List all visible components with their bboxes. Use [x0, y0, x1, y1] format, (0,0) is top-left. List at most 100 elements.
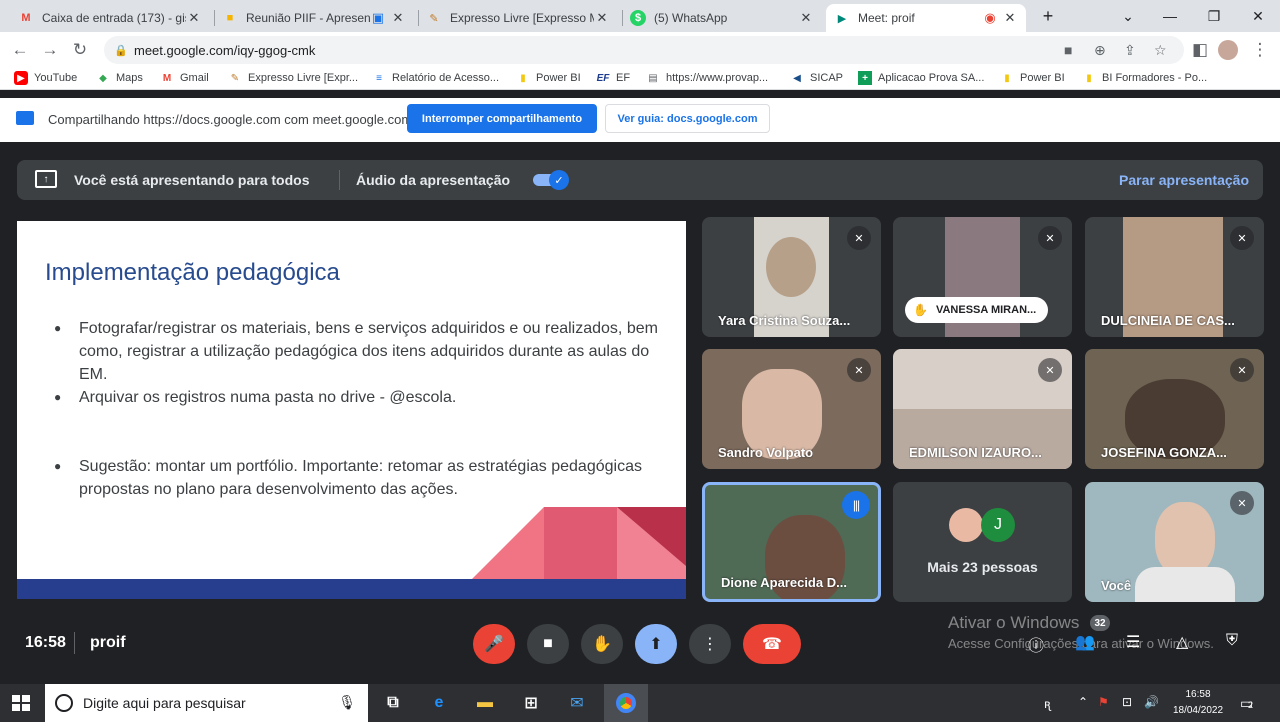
bookmark-star-icon[interactable]: ☆ [1154, 42, 1167, 59]
participant-name: Você [1101, 578, 1132, 593]
camera-icon: ■ [543, 635, 553, 652]
speaking-indicator-icon: ||| [842, 491, 870, 519]
forward-icon[interactable]: → [38, 38, 62, 62]
bookmark-aplicacao[interactable]: + Aplicacao Prova SA... [858, 71, 984, 85]
slides-icon: ■ [226, 12, 234, 24]
side-panel-icon[interactable]: ◧ [1188, 38, 1212, 62]
participant-tile[interactable]: ✕ EDMILSON IZAURO... [893, 349, 1072, 469]
close-tab-icon[interactable]: ✕ [1002, 10, 1018, 26]
present-button[interactable]: ⬆ [635, 624, 677, 664]
stop-sharing-button[interactable]: Interromper compartilhamento [407, 104, 597, 133]
security-tray-icon[interactable]: ⚑ [1098, 695, 1109, 709]
info-icon[interactable]: ⓘ [1028, 632, 1044, 656]
task-view-icon[interactable]: ⧉ [380, 690, 406, 716]
mic-muted-icon: ✕ [1230, 358, 1254, 382]
mic-muted-icon: ✕ [1230, 491, 1254, 515]
new-tab-button[interactable]: + [1026, 0, 1070, 32]
mail-icon[interactable]: ✉ [564, 690, 590, 716]
whatsapp-icon: $ [630, 10, 646, 26]
close-tab-icon[interactable]: ✕ [798, 10, 814, 26]
network-icon[interactable]: ⊡ [1122, 695, 1132, 709]
bookmark-expresso[interactable]: ✎ Expresso Livre [Expr... [228, 71, 358, 85]
tab-search-icon[interactable]: ⌄ [1106, 0, 1150, 32]
share-message: Compartilhando https://docs.google.com c… [48, 112, 413, 127]
camera-icon[interactable]: ■ [1064, 42, 1072, 58]
close-tab-icon[interactable]: ✕ [594, 10, 610, 26]
participant-tile[interactable]: ||| Dione Aparecida D... [702, 482, 881, 602]
participant-name: Yara Cristina Souza... [718, 313, 851, 328]
chat-icon[interactable]: ☰ [1126, 632, 1140, 652]
tab-whatsapp[interactable]: $ (5) WhatsApp ✕ [622, 4, 822, 32]
notifications-icon[interactable]: ▭ 2 [1240, 695, 1253, 712]
file-explorer-icon[interactable]: ▬ [472, 690, 498, 716]
leave-call-button[interactable]: ☎ [743, 624, 801, 664]
powerbi-icon: ▮ [520, 72, 526, 84]
taskbar-search-box[interactable]: Digite aqui para pesquisar 🎙 [45, 684, 368, 722]
back-icon[interactable]: ← [8, 38, 32, 62]
presenting-banner: ↑ Você está apresentando para todos Áudi… [17, 160, 1263, 200]
mic-muted-icon: ✕ [847, 358, 871, 382]
meeting-code: proif [90, 634, 126, 651]
participant-avatar [949, 508, 983, 542]
relatorio-icon: ≡ [376, 72, 382, 84]
bookmark-gmail[interactable]: M Gmail [160, 71, 209, 85]
self-tile[interactable]: ✕ Você [1085, 482, 1264, 602]
tab-title: Expresso Livre [Expresso Mai [450, 11, 594, 25]
store-icon[interactable]: ⊞ [518, 690, 544, 716]
bookmark-youtube[interactable]: ▶ YouTube [14, 71, 77, 85]
participant-tile[interactable]: ✕ JOSEFINA GONZA... [1085, 349, 1264, 469]
windows-start-icon[interactable] [12, 695, 30, 711]
taskbar-clock[interactable]: 16:58 18/04/2022 [1170, 687, 1226, 719]
more-participants-tile[interactable]: J Mais 23 pessoas [893, 482, 1072, 602]
tab-gmail[interactable]: M Caixa de entrada (173) - gise ✕ [10, 4, 210, 32]
bookmark-sicap[interactable]: ◀ SICAP [790, 71, 843, 85]
participant-tile[interactable]: ✕ DULCINEIA DE CAS... [1085, 217, 1264, 337]
minimize-button[interactable]: — [1148, 0, 1192, 32]
tab-expresso[interactable]: ✎ Expresso Livre [Expresso Mai ✕ [418, 4, 618, 32]
bookmark-provap[interactable]: ▤ https://www.provap... [646, 71, 768, 85]
video-feed [893, 409, 1072, 469]
edge-icon[interactable]: e [426, 690, 452, 716]
stop-presenting-button[interactable]: Parar apresentação [1119, 172, 1249, 188]
chrome-taskbar-button[interactable] [604, 684, 648, 722]
participant-tile[interactable]: ✕ ✋ VANESSA MIRAN... [893, 217, 1072, 337]
menu-icon[interactable]: ⋮ [1248, 38, 1272, 62]
participant-name: VANESSA MIRAN... [935, 304, 1037, 316]
show-hidden-icons-icon[interactable]: ⌃ [1078, 695, 1088, 709]
switch-to-tab-button[interactable]: Ver guia: docs.google.com [605, 104, 770, 133]
microphone-icon[interactable]: 🎙 [338, 694, 356, 711]
host-controls-icon[interactable]: ⛨ [1226, 632, 1238, 650]
maximize-button[interactable]: ❐ [1192, 0, 1236, 32]
raise-hand-button[interactable]: ✋ [581, 624, 623, 664]
close-window-button[interactable]: ✕ [1236, 0, 1280, 32]
close-tab-icon[interactable]: ✕ [390, 10, 406, 26]
bookmark-powerbi[interactable]: ▮ Power BI [516, 71, 580, 85]
more-options-button[interactable]: ⋮ [689, 624, 731, 664]
activities-icon[interactable]: △ [1176, 632, 1188, 652]
bookmark-powerbi-2[interactable]: ▮ Power BI [1000, 71, 1064, 85]
bookmark-ef[interactable]: EF EF [596, 71, 630, 85]
participant-tile[interactable]: ✕ Sandro Volpato [702, 349, 881, 469]
participant-tile[interactable]: ✕ Yara Cristina Souza... [702, 217, 881, 337]
volume-icon[interactable]: 🔊 [1144, 695, 1159, 709]
profile-avatar[interactable] [1218, 40, 1238, 60]
tab-meet[interactable]: ▶ Meet: proif ◉ ✕ [826, 4, 1026, 32]
bookmark-relatorio[interactable]: ≡ Relatório de Acesso... [372, 71, 499, 85]
camera-toggle-button[interactable]: ■ [527, 624, 569, 664]
bookmark-bi-formadores[interactable]: ▮ BI Formadores - Po... [1082, 71, 1207, 85]
microphone-toggle-button[interactable]: 🎤 [473, 624, 515, 664]
windows-activation-watermark: Ativar o Windows [948, 613, 1080, 632]
bookmark-maps[interactable]: ◆ Maps [96, 71, 143, 85]
present-screen-icon: ↑ [35, 170, 57, 188]
share-icon[interactable]: ⇪ [1124, 42, 1136, 59]
address-bar[interactable]: 🔒 meet.google.com/iqy-ggog-cmk ■ ⊕ ⇪ ☆ [104, 36, 1184, 64]
phone-hangup-icon: ☎ [762, 636, 782, 653]
zoom-icon[interactable]: ⊕ [1094, 42, 1106, 59]
close-tab-icon[interactable]: ✕ [186, 10, 202, 26]
people-icon[interactable]: 👥 [1075, 632, 1095, 652]
tab-slides[interactable]: ■ Reunião PIIF - Apresenta ▣ ✕ [214, 4, 414, 32]
reload-icon[interactable]: ↻ [68, 38, 92, 62]
people-tray-icon[interactable]: ꭆ [1044, 695, 1051, 712]
presentation-audio-toggle[interactable]: ✓ [533, 170, 569, 190]
hand-raised-badge: ✋ VANESSA MIRAN... [905, 297, 1049, 323]
